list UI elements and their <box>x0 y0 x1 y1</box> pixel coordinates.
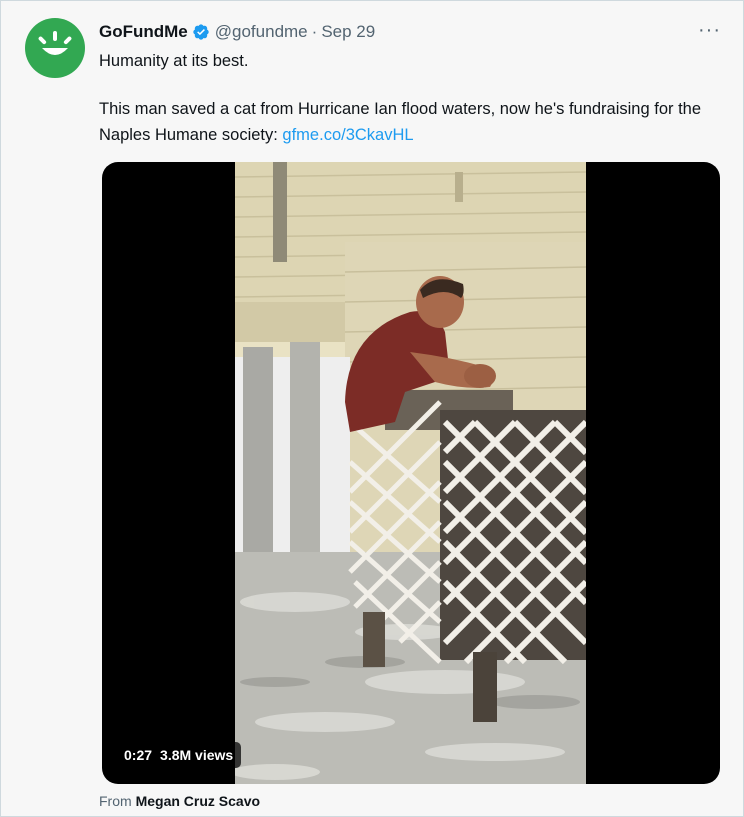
more-options-icon[interactable]: ··· <box>698 19 721 42</box>
tweet-date[interactable]: Sep 29 <box>321 22 375 42</box>
tweet-card[interactable]: GoFundMe @gofundme · Sep 29 ··· Humanity… <box>0 0 744 817</box>
tweet-header: GoFundMe @gofundme · Sep 29 <box>99 21 375 43</box>
separator-dot: · <box>311 22 318 41</box>
tweet-text-body: This man saved a cat from Hurricane Ian … <box>99 96 729 148</box>
tweet-text-line1: Humanity at its best. <box>99 52 249 70</box>
author-name[interactable]: GoFundMe <box>99 22 188 42</box>
video-player[interactable]: 0:27 3.8M views <box>102 162 720 784</box>
video-views: 3.8M views <box>160 747 234 763</box>
video-duration: 0:27 <box>124 747 153 763</box>
verified-badge-icon <box>193 24 209 40</box>
video-attribution: From Megan Cruz Scavo <box>99 793 260 809</box>
tweet-link[interactable]: gfme.co/3CkavHL <box>282 126 413 144</box>
video-frame <box>235 162 586 784</box>
video-stats-badge: 0:27 3.8M views <box>116 742 242 768</box>
video-thumbnail <box>235 162 586 784</box>
avatar[interactable] <box>25 18 85 78</box>
gofundme-logo-icon <box>38 31 72 55</box>
author-handle[interactable]: @gofundme <box>215 22 308 42</box>
attribution-name[interactable]: Megan Cruz Scavo <box>136 793 260 809</box>
attribution-prefix: From <box>99 793 136 809</box>
